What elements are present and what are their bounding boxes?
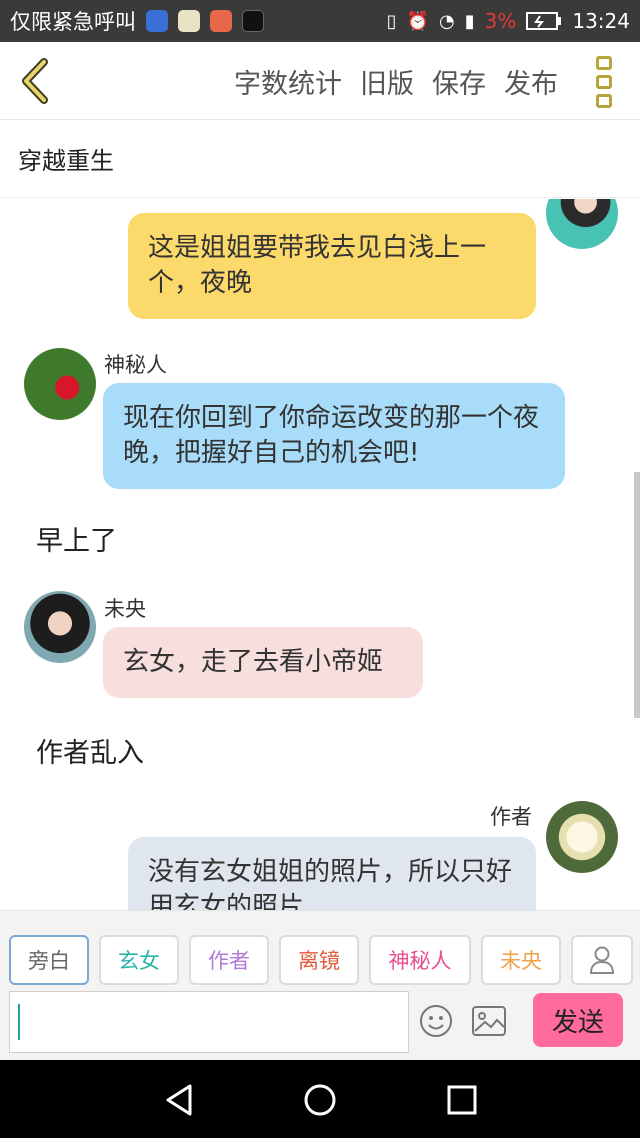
sim-icon: ▮ xyxy=(464,10,475,32)
recents-square-icon[interactable] xyxy=(442,1080,482,1120)
speaker-name: 神秘人 xyxy=(104,353,167,377)
more-menu-icon[interactable] xyxy=(596,56,616,108)
narration-text[interactable]: 早上了 xyxy=(36,519,117,558)
role-tab-narrator[interactable]: 旁白 xyxy=(9,935,89,985)
avatar[interactable] xyxy=(546,801,618,873)
battery-icon xyxy=(526,12,562,30)
back-chevron-icon[interactable] xyxy=(16,56,56,106)
avatar[interactable] xyxy=(24,348,96,420)
publish-button[interactable]: 发布 xyxy=(504,62,558,101)
role-selector: 旁白 玄女 作者 离镜 神秘人 未央 xyxy=(9,935,633,985)
editor-toolbar: 字数统计 旧版 保存 发布 xyxy=(0,42,640,120)
chat-area: 这是姐姐要带我去见白浅上一个，夜晚 神秘人 现在你回到了你命运改变的那一个夜晚，… xyxy=(0,199,632,910)
narration-text[interactable]: 作者乱入 xyxy=(36,731,144,770)
vibrate-icon: ▯ xyxy=(386,10,397,32)
message-bubble[interactable]: 现在你回到了你命运改变的那一个夜晚，把握好自己的机会吧! xyxy=(103,383,565,489)
message-input[interactable] xyxy=(9,991,409,1053)
message-text: 玄女，走了去看小帝姬 xyxy=(123,647,384,677)
system-nav-bar xyxy=(0,1060,640,1138)
role-tab-weiyang[interactable]: 未央 xyxy=(481,935,561,985)
message-text: 这是姐姐要带我去见白浅上一个，夜晚 xyxy=(148,233,487,298)
message-bubble[interactable]: 玄女，走了去看小帝姬 xyxy=(103,627,423,698)
story-title[interactable]: 穿越重生 xyxy=(0,120,640,198)
avatar[interactable] xyxy=(24,591,96,663)
send-button[interactable]: 发送 xyxy=(533,993,623,1047)
avatar[interactable] xyxy=(546,199,618,249)
speaker-name: 未央 xyxy=(104,597,146,621)
text-cursor xyxy=(18,1004,20,1040)
status-bar: 仅限紧急呼叫 ▯ ⏰ ◔ ▮ 3% 13:24 xyxy=(0,0,640,42)
clock: 13:24 xyxy=(572,9,630,33)
chat-app-icon xyxy=(178,10,200,32)
scrollbar[interactable] xyxy=(634,472,640,718)
message-text: 现在你回到了你命运改变的那一个夜晚，把握好自己的机会吧! xyxy=(123,403,540,468)
word-count-button[interactable]: 字数统计 xyxy=(234,62,342,101)
back-triangle-icon[interactable] xyxy=(160,1080,200,1120)
speaker-name: 作者 xyxy=(490,805,532,829)
alarm-icon: ⏰ xyxy=(406,10,429,32)
add-role-button[interactable] xyxy=(571,935,633,985)
composer: 旁白 玄女 作者 离镜 神秘人 未央 发送 xyxy=(0,910,640,1060)
role-tab-lijing[interactable]: 离镜 xyxy=(279,935,359,985)
carrier-text: 仅限紧急呼叫 xyxy=(10,10,136,34)
message-text: 没有玄女姐姐的照片，所以只好用玄女的照片 xyxy=(148,857,513,910)
security-app-icon xyxy=(146,10,168,32)
shop-app-icon xyxy=(210,10,232,32)
battery-percent: 3% xyxy=(484,9,517,33)
home-circle-icon[interactable] xyxy=(300,1080,340,1120)
tiktok-app-icon xyxy=(242,10,264,32)
emoji-icon[interactable] xyxy=(419,1004,453,1038)
wifi-icon: ◔ xyxy=(439,10,455,32)
person-icon xyxy=(589,946,615,974)
message-bubble[interactable]: 没有玄女姐姐的照片，所以只好用玄女的照片 xyxy=(128,837,536,910)
old-version-button[interactable]: 旧版 xyxy=(360,62,414,101)
message-bubble[interactable]: 这是姐姐要带我去见白浅上一个，夜晚 xyxy=(128,213,536,319)
role-tab-xuannv[interactable]: 玄女 xyxy=(99,935,179,985)
save-button[interactable]: 保存 xyxy=(432,62,486,101)
input-row: 发送 xyxy=(9,991,629,1053)
role-tab-author[interactable]: 作者 xyxy=(189,935,269,985)
role-tab-mystery[interactable]: 神秘人 xyxy=(369,935,471,985)
image-icon[interactable] xyxy=(471,1005,507,1037)
